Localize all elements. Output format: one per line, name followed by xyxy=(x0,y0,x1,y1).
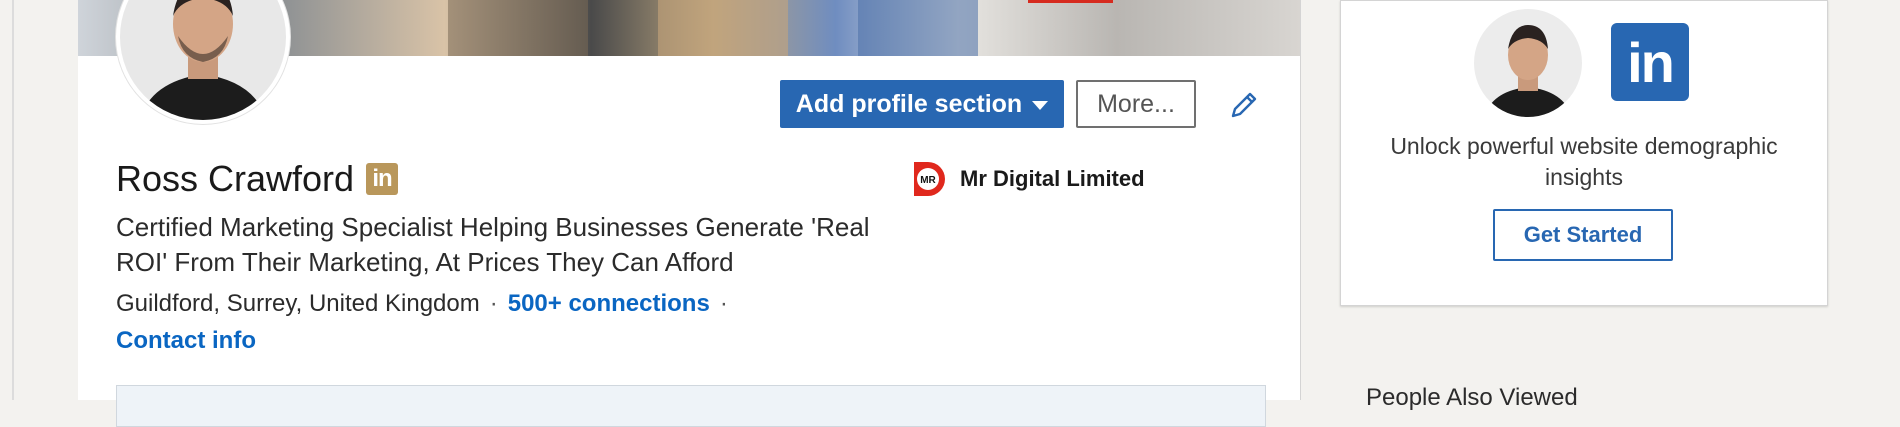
linkedin-logo-icon: in xyxy=(1611,23,1689,101)
profile-avatar[interactable] xyxy=(116,0,290,124)
profile-card: Add profile section More... Ross Crawfor… xyxy=(78,0,1301,427)
separator-dot: · xyxy=(719,290,728,317)
people-also-viewed-heading: People Also Viewed xyxy=(1366,384,1578,411)
profile-meta: Guildford, Surrey, United Kingdom · 500+… xyxy=(116,290,728,318)
current-company[interactable]: MR Mr Digital Limited xyxy=(910,160,1145,198)
company-logo: MR xyxy=(914,162,945,196)
linkedin-premium-icon: in xyxy=(366,163,399,195)
company-logo-text: MR xyxy=(920,175,936,186)
name-row: Ross Crawford in xyxy=(116,158,399,200)
add-profile-section-button[interactable]: Add profile section xyxy=(780,80,1064,128)
insights-text: Unlock powerful website demographic insi… xyxy=(1390,133,1778,190)
highlights-box xyxy=(116,385,1266,427)
company-name: Mr Digital Limited xyxy=(960,166,1145,191)
more-button[interactable]: More... xyxy=(1076,80,1196,128)
insights-avatar xyxy=(1474,9,1582,117)
profile-headline: Certified Marketing Specialist Helping B… xyxy=(116,212,870,277)
insights-card: in Unlock powerful website demographic i… xyxy=(1340,0,1828,306)
separator-dot: · xyxy=(489,290,498,317)
get-started-button[interactable]: Get Started xyxy=(1493,209,1673,261)
contact-info-link[interactable]: Contact info xyxy=(116,327,256,355)
page-edge xyxy=(12,0,14,400)
connections-link[interactable]: 500+ connections xyxy=(508,290,710,318)
profile-location: Guildford, Surrey, United Kingdom xyxy=(116,290,480,317)
add-profile-section-label: Add profile section xyxy=(795,89,1023,118)
pencil-icon[interactable] xyxy=(1227,88,1261,122)
profile-name: Ross Crawford xyxy=(116,158,355,199)
caret-down-icon xyxy=(1032,100,1049,110)
